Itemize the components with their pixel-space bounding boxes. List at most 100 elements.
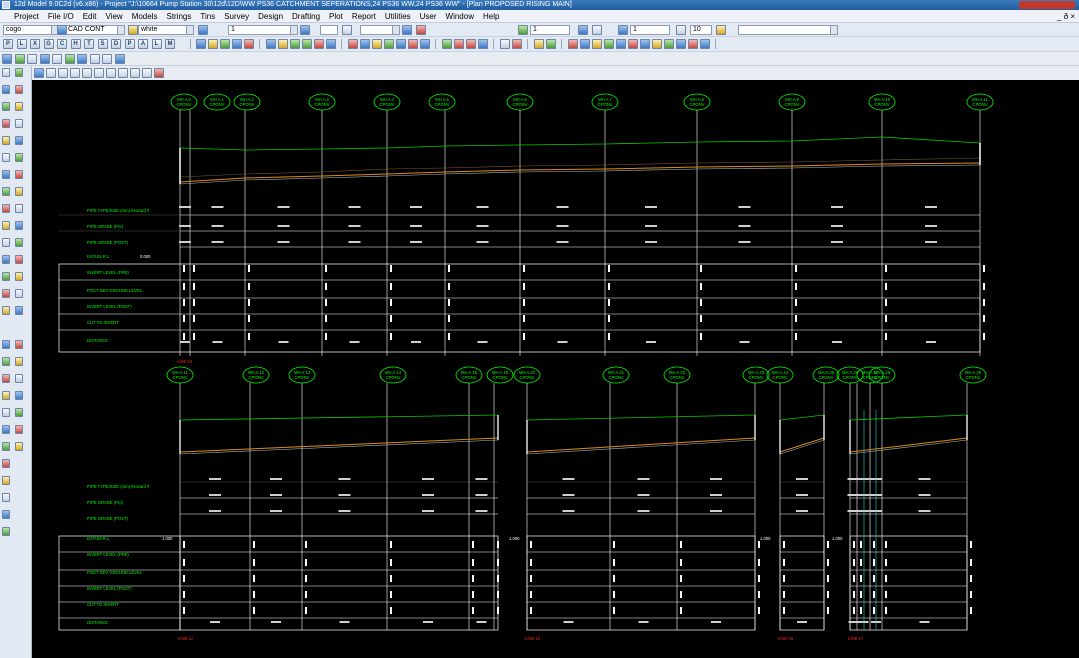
view-tool-icon[interactable] — [70, 68, 80, 78]
model-combo[interactable]: cogo — [3, 25, 59, 35]
tool-icon[interactable] — [402, 25, 412, 35]
side-tool-icon[interactable] — [2, 527, 10, 536]
menu-view[interactable]: View — [105, 10, 122, 23]
letter-button[interactable]: S — [97, 39, 108, 49]
menu-tins[interactable]: Tins — [200, 10, 215, 23]
tool-icon[interactable] — [416, 25, 426, 35]
view-tool-icon[interactable] — [142, 68, 152, 78]
tool-icon[interactable] — [52, 54, 62, 64]
tool-icon[interactable] — [372, 39, 382, 49]
tool-icon[interactable] — [618, 25, 628, 35]
tool-icon[interactable] — [196, 39, 206, 49]
letter-button[interactable]: A — [138, 39, 148, 49]
tool-icon[interactable] — [578, 25, 588, 35]
side-tool-icon[interactable] — [2, 85, 10, 94]
side-tool-icon[interactable] — [2, 221, 10, 230]
side-tool-icon[interactable] — [15, 255, 23, 264]
tool-icon[interactable] — [640, 39, 650, 49]
letter-button[interactable]: M — [165, 39, 175, 49]
field-blank[interactable] — [320, 25, 338, 35]
tool-icon[interactable] — [348, 39, 358, 49]
side-tool-icon[interactable] — [2, 119, 10, 128]
tool-icon[interactable] — [198, 25, 208, 35]
side-tool-icon[interactable] — [15, 119, 23, 128]
tool-icon[interactable] — [616, 39, 626, 49]
drawing-canvas[interactable]: MH A.0 CPONV MH A.1 CPONV MH A.2 CPONV MH A.3 C… — [32, 80, 1079, 658]
menu-plot[interactable]: Plot — [329, 10, 343, 23]
side-tool-icon[interactable] — [15, 102, 23, 111]
side-tool-icon[interactable] — [2, 306, 10, 315]
letter-button[interactable]: X — [30, 39, 40, 49]
tool-icon[interactable] — [360, 39, 370, 49]
side-tool-icon[interactable] — [15, 272, 23, 281]
side-tool-icon[interactable] — [15, 136, 23, 145]
side-tool-icon[interactable] — [15, 306, 23, 315]
side-tool-icon[interactable] — [2, 408, 10, 417]
menu-project[interactable]: Project — [14, 10, 39, 23]
side-tool-icon[interactable] — [15, 289, 23, 298]
tool-icon[interactable] — [592, 25, 602, 35]
letter-button[interactable]: G — [43, 39, 54, 49]
menu-report[interactable]: Report — [352, 10, 376, 23]
side-tool-icon[interactable] — [2, 68, 10, 77]
letter-button[interactable]: H — [70, 39, 81, 49]
side-tool-icon[interactable] — [2, 357, 10, 366]
menu-help[interactable]: Help — [483, 10, 499, 23]
menu-file-io[interactable]: File I/O — [48, 10, 74, 23]
tool-icon[interactable] — [290, 39, 300, 49]
tool-icon[interactable] — [478, 39, 488, 49]
side-tool-icon[interactable] — [2, 391, 10, 400]
letter-button[interactable]: D — [111, 39, 121, 49]
view-tool-icon[interactable] — [34, 68, 44, 78]
side-tool-icon[interactable] — [15, 238, 23, 247]
side-tool-icon[interactable] — [15, 204, 23, 213]
tool-icon[interactable] — [652, 39, 662, 49]
mdi-controls[interactable]: _ ð × — [1057, 10, 1075, 23]
letter-button[interactable]: L — [151, 39, 162, 49]
tool-icon[interactable] — [676, 25, 686, 35]
tool-icon[interactable] — [500, 39, 510, 49]
tool-icon[interactable] — [604, 39, 614, 49]
side-tool-icon[interactable] — [2, 425, 10, 434]
tool-icon[interactable] — [534, 39, 544, 49]
field-4[interactable] — [738, 25, 838, 35]
side-tool-icon[interactable] — [15, 357, 23, 366]
tool-icon[interactable] — [314, 39, 324, 49]
tool-icon[interactable] — [57, 25, 67, 35]
view-tool-icon[interactable] — [58, 68, 68, 78]
tool-icon[interactable] — [77, 54, 87, 64]
side-tool-icon[interactable] — [2, 493, 10, 502]
side-tool-icon[interactable] — [2, 187, 10, 196]
view-tool-icon[interactable] — [130, 68, 140, 78]
tool-icon[interactable] — [342, 25, 352, 35]
menu-edit[interactable]: Edit — [83, 10, 97, 23]
tool-icon[interactable] — [2, 54, 12, 64]
side-tool-icon[interactable] — [2, 340, 10, 349]
window-controls[interactable] — [1019, 1, 1075, 9]
tool-icon[interactable] — [442, 39, 452, 49]
view-tool-icon[interactable] — [46, 68, 56, 78]
tool-icon[interactable] — [466, 39, 476, 49]
tool-icon[interactable] — [592, 39, 602, 49]
side-tool-icon[interactable] — [15, 68, 23, 77]
view-tool-icon[interactable] — [118, 68, 128, 78]
side-tool-icon[interactable] — [15, 340, 23, 349]
tool-icon[interactable] — [568, 39, 578, 49]
side-tool-icon[interactable] — [15, 221, 23, 230]
side-tool-icon[interactable] — [2, 102, 10, 111]
side-tool-icon[interactable] — [2, 374, 10, 383]
side-tool-icon[interactable] — [2, 153, 10, 162]
tool-icon[interactable] — [580, 39, 590, 49]
side-tool-icon[interactable] — [15, 442, 23, 451]
tool-icon[interactable] — [208, 39, 218, 49]
letter-button[interactable]: L — [16, 39, 27, 49]
menu-survey[interactable]: Survey — [224, 10, 249, 23]
tool-icon[interactable] — [232, 39, 242, 49]
tool-icon[interactable] — [716, 25, 726, 35]
tool-icon[interactable] — [302, 39, 312, 49]
tool-icon[interactable] — [700, 39, 710, 49]
menu-utilities[interactable]: Utilities — [385, 10, 411, 23]
side-tool-icon[interactable] — [2, 238, 10, 247]
tool-icon[interactable] — [512, 39, 522, 49]
tool-icon[interactable] — [518, 25, 528, 35]
